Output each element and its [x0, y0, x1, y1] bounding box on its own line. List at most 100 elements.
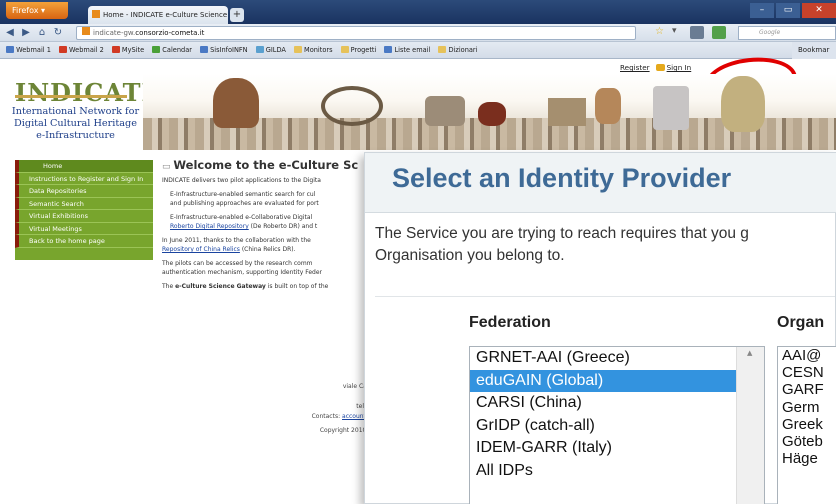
bookmark-item[interactable]: MySite	[111, 42, 144, 58]
paragraph-text: In June 2011, thanks to the collaboratio…	[162, 237, 311, 244]
menu-item-back-home[interactable]: Back to the home page	[15, 235, 153, 248]
paragraph-bold: e-Culture Science Gateway	[175, 283, 266, 290]
forward-icon[interactable]: ▶	[19, 26, 33, 40]
paragraph-text: is built on top of the	[265, 283, 329, 290]
dialog-text-line: The Service you are trying to reach requ…	[375, 225, 749, 242]
close-window-icon[interactable]: ✕	[802, 3, 836, 18]
paragraph-text: (China Relics DR).	[239, 246, 296, 253]
artifact-image	[425, 96, 465, 126]
bookmark-item[interactable]: Progetti	[340, 42, 377, 58]
bullet-collaborative: E-Infrastructure-enabled e-Collaborative…	[162, 213, 372, 231]
tab-favicon-icon	[92, 10, 100, 18]
footer-account-link[interactable]: account	[342, 413, 366, 420]
pilots-paragraph: The pilots can be accessed by the resear…	[162, 259, 372, 277]
bookmarks-menu-label: Bookmar	[798, 46, 830, 54]
welcome-heading: ▭ Welcome to the e-Culture Sc	[162, 156, 372, 176]
federation-option[interactable]: All IDPs	[470, 460, 764, 483]
dialog-divider	[375, 296, 835, 297]
book-icon: ▭	[162, 162, 174, 172]
federation-listbox[interactable]: GRNET-AAI (Greece) eduGAIN (Global) CARS…	[469, 346, 765, 504]
bookmark-item[interactable]: Webmail 1	[6, 42, 51, 58]
bookmark-item[interactable]: GILDA	[255, 42, 286, 58]
reload-icon[interactable]: ↻	[51, 26, 65, 40]
organisation-option[interactable]: GARF	[778, 381, 836, 398]
home-icon[interactable]: ⌂	[35, 26, 49, 40]
bust-image	[721, 76, 765, 132]
tab-title: Home - INDICATE e-Culture Science Gat...	[103, 11, 228, 19]
federation-option-selected[interactable]: eduGAIN (Global)	[470, 369, 736, 392]
search-input[interactable]: Google	[738, 26, 836, 40]
dropdown-icon[interactable]: ▾	[672, 26, 677, 36]
bullet-text: E-Infrastructure-enabled e-Collaborative…	[170, 214, 313, 221]
bookmark-item[interactable]: Liste email	[384, 42, 431, 58]
menu-item-semantic-search[interactable]: Semantic Search	[15, 197, 153, 210]
june-paragraph: In June 2011, thanks to the collaboratio…	[162, 236, 372, 254]
federation-option[interactable]: GrIDP (catch-all)	[470, 415, 764, 438]
bookmarks-toolbar: Webmail 1 Webmail 2 MySite Calendar SisI…	[0, 42, 836, 59]
bullet-text: (De Roberto DR) and t	[248, 223, 318, 230]
indicate-logo[interactable]: INDICATE	[15, 78, 161, 107]
footer-text: It	[230, 362, 370, 372]
sign-in-link[interactable]: Sign In	[667, 63, 692, 72]
menu-item-virtual-meetings[interactable]: Virtual Meetings	[15, 222, 153, 235]
url-domain: consorzio-cometa.it	[135, 29, 205, 37]
page-footer: It viale Cas 0 tel. - Contacts: account …	[230, 362, 370, 436]
organisation-option[interactable]: AAI@	[778, 347, 836, 364]
organisation-option[interactable]: CESN	[778, 364, 836, 381]
organisation-option[interactable]: Göteb	[778, 433, 836, 450]
bookmark-star-icon[interactable]: ☆	[655, 26, 664, 37]
folder-icon	[294, 46, 303, 53]
menu-item-virtual-exhibitions[interactable]: Virtual Exhibitions	[15, 210, 153, 223]
bookmarks-menu-button[interactable]: Bookmar	[792, 42, 836, 59]
bookmark-label: Liste email	[394, 46, 431, 54]
site-identity-icon[interactable]	[82, 27, 90, 35]
register-link[interactable]: Register	[620, 63, 650, 72]
organisation-option[interactable]: Greek	[778, 416, 836, 433]
paragraph-text: authentication mechanism, supporting Ide…	[162, 269, 322, 276]
header-banner-image	[143, 74, 836, 150]
bookmark-icon	[255, 46, 264, 53]
bookmark-label: Progetti	[350, 46, 377, 54]
sidebar-menu: Home Instructions to Register and Sign I…	[15, 160, 153, 260]
back-icon[interactable]: ◀	[3, 26, 17, 40]
bookmark-label: Monitors	[304, 46, 333, 54]
bookmark-label: SisInfoINFN	[210, 46, 248, 54]
menu-item-data-repositories[interactable]: Data Repositories	[15, 185, 153, 198]
footer-contacts-label: Contacts:	[311, 413, 343, 420]
bookmark-item[interactable]: Dizionari	[438, 42, 477, 58]
de-roberto-link[interactable]: Roberto Digital Repository	[170, 223, 249, 230]
browser-tab[interactable]: Home - INDICATE e-Culture Science Gat...	[88, 6, 228, 24]
organisation-option[interactable]: Germ	[778, 399, 836, 416]
organisation-listbox[interactable]: AAI@ CESN GARF Germ Greek Göteb Häge	[777, 346, 836, 504]
addon-icon[interactable]	[712, 26, 726, 39]
federation-option[interactable]: IDEM-GARR (Italy)	[470, 437, 764, 460]
federation-option[interactable]: CARSI (China)	[470, 392, 764, 415]
bookmark-item[interactable]: Webmail 2	[59, 42, 104, 58]
federation-scrollbar[interactable]: ▲	[736, 347, 764, 504]
folder-icon	[438, 46, 447, 53]
url-bar[interactable]: indicate-gw.consorzio-cometa.it	[76, 26, 636, 40]
scroll-up-icon[interactable]: ▲	[747, 349, 752, 357]
bookmark-label: Webmail 1	[16, 46, 51, 54]
menu-item-instructions[interactable]: Instructions to Register and Sign In	[15, 172, 153, 185]
bookmark-item[interactable]: Calendar	[152, 42, 192, 58]
minimize-icon[interactable]: –	[750, 3, 774, 18]
mosaic-image	[548, 98, 586, 126]
bookmark-item[interactable]: Monitors	[294, 42, 333, 58]
print-icon[interactable]	[690, 26, 704, 39]
bookmark-item[interactable]: SisInfoINFN	[200, 42, 248, 58]
federation-option[interactable]: GRNET-AAI (Greece)	[470, 347, 764, 370]
bullet-semantic-search: E-Infrastructure-enabled semantic search…	[162, 190, 372, 208]
welcome-title: Welcome to the e-Culture Sc	[173, 158, 359, 172]
url-prefix: indicate-gw.	[93, 29, 136, 37]
organisation-option[interactable]: Häge	[778, 450, 836, 467]
new-tab-button[interactable]: +	[230, 8, 244, 22]
firefox-menu-button[interactable]: Firefox ▾	[6, 2, 68, 19]
dialog-description: The Service you are trying to reach requ…	[375, 223, 836, 267]
footer-address: viale Cas	[342, 383, 370, 390]
menu-item-home[interactable]: Home	[15, 160, 153, 173]
bookmark-label: Calendar	[162, 46, 192, 54]
china-relics-link[interactable]: Repository of China Relics	[162, 246, 240, 253]
dialog-title: Select an Identity Provider	[392, 163, 732, 193]
maximize-icon[interactable]: ▭	[776, 3, 800, 18]
